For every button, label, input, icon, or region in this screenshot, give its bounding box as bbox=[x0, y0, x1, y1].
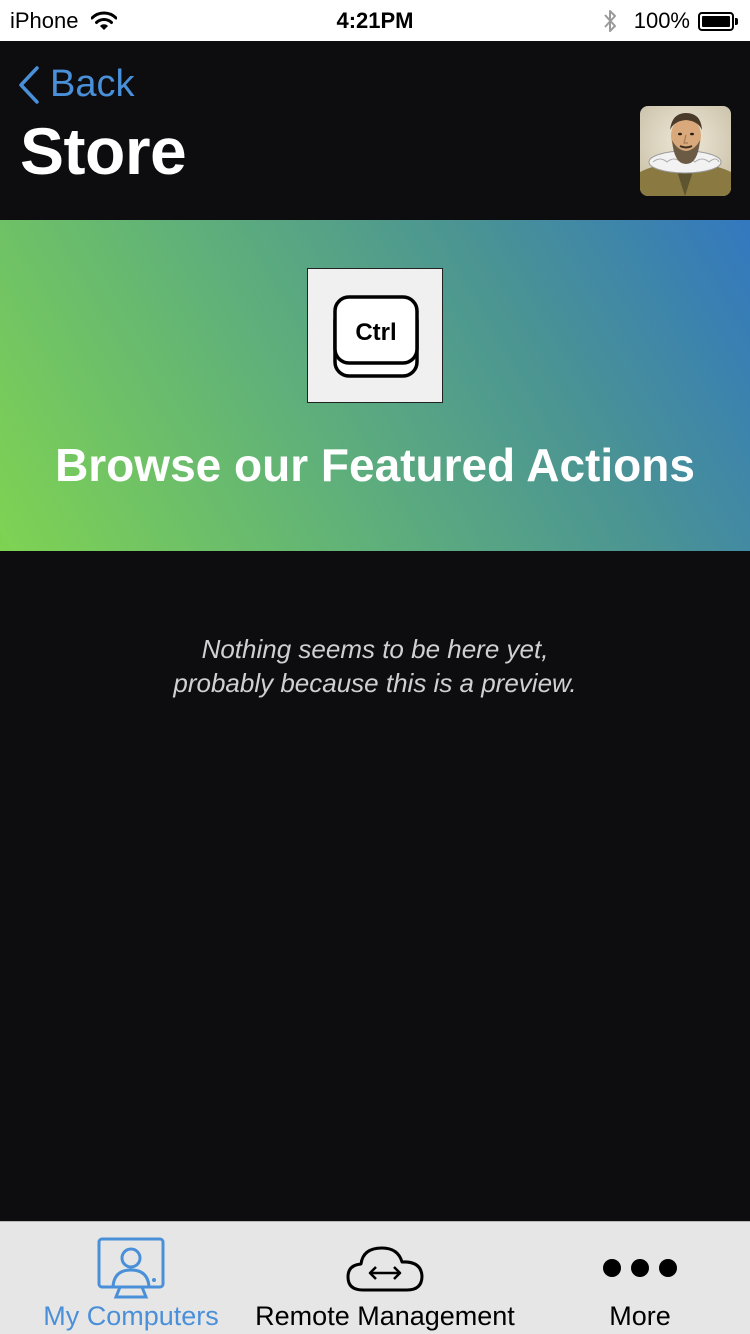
tab-more[interactable]: More bbox=[560, 1222, 720, 1334]
battery-percent: 100% bbox=[633, 8, 690, 33]
empty-state-message: Nothing seems to be here yet, probably b… bbox=[0, 632, 750, 700]
avatar[interactable] bbox=[640, 106, 731, 196]
cloud-transfer-icon bbox=[346, 1246, 424, 1292]
tab-my-computers[interactable]: My Computers bbox=[0, 1222, 262, 1334]
more-dots-icon bbox=[603, 1259, 677, 1277]
back-label: Back bbox=[50, 63, 135, 105]
status-right: 100% bbox=[602, 8, 738, 34]
battery-icon bbox=[698, 11, 738, 31]
ctrl-key-icon: Ctrl bbox=[307, 268, 443, 403]
page-title: Store bbox=[20, 114, 187, 188]
portrait-image bbox=[640, 106, 731, 196]
chevron-left-icon bbox=[19, 65, 39, 104]
ctrl-key-text: Ctrl bbox=[355, 319, 396, 346]
banner-title: Browse our Featured Actions bbox=[55, 439, 695, 491]
computer-user-icon bbox=[97, 1237, 165, 1299]
tab-remote-management-label: Remote Management bbox=[255, 1301, 515, 1331]
back-button[interactable]: Back bbox=[18, 63, 134, 106]
nav-header: Back Store bbox=[0, 41, 750, 220]
tab-more-label: More bbox=[609, 1301, 671, 1331]
featured-actions-banner[interactable]: Ctrl Browse our Featured Actions bbox=[0, 220, 750, 551]
status-bar: iPhone 4:21PM 100% bbox=[0, 0, 750, 41]
tab-bar: My Computers Remote Management More bbox=[0, 1221, 750, 1334]
bluetooth-icon bbox=[603, 10, 616, 32]
empty-state-line-1: Nothing seems to be here yet, bbox=[201, 634, 549, 664]
tab-remote-management[interactable]: Remote Management bbox=[245, 1222, 525, 1334]
tab-my-computers-label: My Computers bbox=[43, 1301, 219, 1331]
empty-state-line-2: probably because this is a preview. bbox=[173, 668, 577, 698]
